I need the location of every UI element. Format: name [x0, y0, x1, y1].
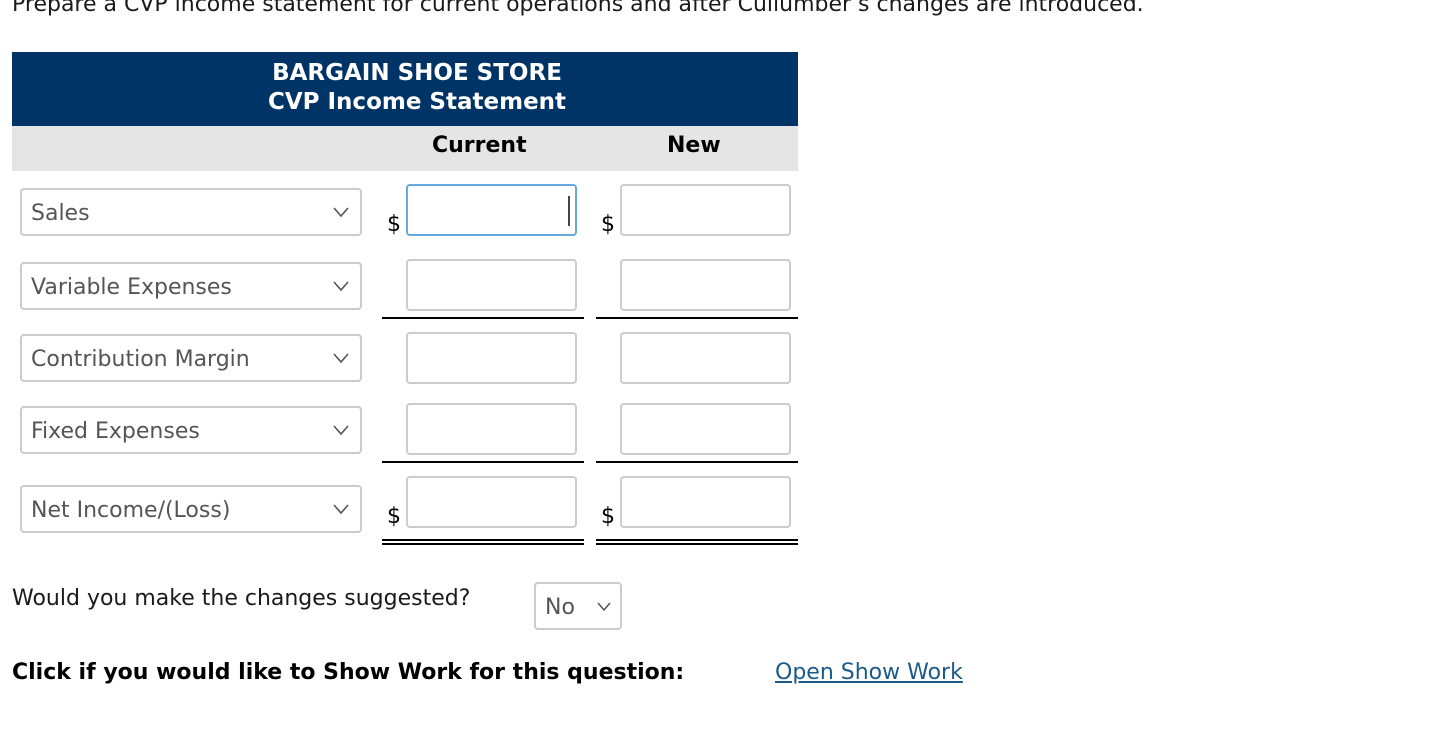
- open-show-work-link[interactable]: Open Show Work: [775, 660, 963, 685]
- decision-selected-value: No: [545, 595, 575, 620]
- statement-row-fixed-expenses: Fixed Expenses: [0, 403, 800, 455]
- new-value-input[interactable]: [620, 259, 791, 311]
- decision-select[interactable]: No: [534, 582, 622, 630]
- text-caret: [568, 196, 570, 226]
- current-value-input[interactable]: [406, 403, 577, 455]
- new-value-input[interactable]: [620, 403, 791, 455]
- column-header-new: New: [667, 133, 721, 158]
- new-value-input[interactable]: [620, 332, 791, 384]
- row-label-select[interactable]: Contribution Margin: [20, 334, 362, 382]
- decision-question: Would you make the changes suggested?: [12, 586, 471, 611]
- row-label-text: Contribution Margin: [31, 347, 250, 372]
- subtotal-underline-new: [596, 317, 798, 319]
- subtotal-underline-current: [382, 317, 584, 319]
- total-double-underline-current: [382, 539, 584, 541]
- statement-row-variable-expenses: Variable Expenses: [0, 259, 800, 311]
- total-double-underline-current: [382, 543, 584, 545]
- chevron-down-icon: [333, 281, 349, 292]
- statement-row-contribution-margin: Contribution Margin: [0, 332, 800, 384]
- row-label-select[interactable]: Sales: [20, 188, 362, 236]
- currency-symbol: $: [601, 212, 615, 237]
- statement-row-sales: Sales $ $: [0, 184, 800, 237]
- company-name: BARGAIN SHOE STORE: [272, 60, 562, 86]
- chevron-down-icon: [333, 207, 349, 218]
- chevron-down-icon: [597, 602, 611, 612]
- subtotal-underline-current: [382, 461, 584, 463]
- statement-row-net-income: Net Income/(Loss) $ $: [0, 476, 800, 533]
- current-value-input[interactable]: [406, 332, 577, 384]
- row-label-text: Net Income/(Loss): [31, 498, 231, 523]
- statement-title: CVP Income Statement: [267, 89, 567, 115]
- current-value-input[interactable]: [406, 184, 577, 236]
- column-header-current: Current: [432, 133, 527, 158]
- currency-symbol: $: [387, 212, 401, 237]
- row-label-select[interactable]: Net Income/(Loss): [20, 485, 362, 533]
- currency-symbol: $: [601, 504, 615, 529]
- current-value-input[interactable]: [406, 476, 577, 528]
- row-label-select[interactable]: Variable Expenses: [20, 262, 362, 310]
- total-double-underline-new: [596, 539, 798, 541]
- total-double-underline-new: [596, 543, 798, 545]
- new-value-input[interactable]: [620, 476, 791, 528]
- row-label-text: Sales: [31, 201, 90, 226]
- show-work-prompt: Click if you would like to Show Work for…: [12, 660, 685, 685]
- row-label-text: Variable Expenses: [31, 275, 232, 300]
- instructions-text: Prepare a CVP income statement for curre…: [12, 0, 1144, 17]
- chevron-down-icon: [333, 425, 349, 436]
- new-value-input[interactable]: [620, 184, 791, 236]
- statement-header: BARGAIN SHOE STORE CVP Income Statement: [12, 52, 798, 126]
- current-value-input[interactable]: [406, 259, 577, 311]
- row-label-text: Fixed Expenses: [31, 419, 200, 444]
- column-headers: Current New: [12, 126, 798, 171]
- row-label-select[interactable]: Fixed Expenses: [20, 406, 362, 454]
- chevron-down-icon: [333, 504, 349, 515]
- subtotal-underline-new: [596, 461, 798, 463]
- currency-symbol: $: [387, 504, 401, 529]
- chevron-down-icon: [333, 353, 349, 364]
